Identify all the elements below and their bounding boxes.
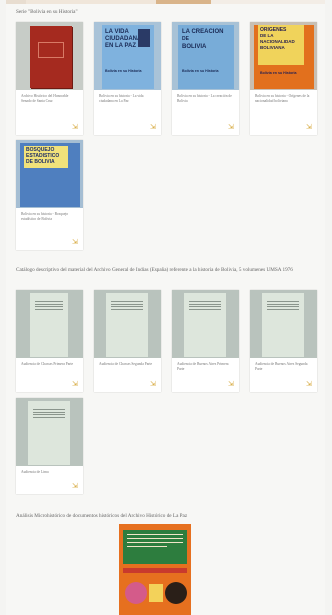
cover-title-line: LA VIDA <box>105 29 129 35</box>
card-archivo-senado[interactable]: Archivo Histórico del Honorable Senado d… <box>16 22 83 135</box>
page-frame: Serie "Bolivia en su Historia" Archivo H… <box>6 0 325 615</box>
book-cover-thumbnail <box>16 22 83 90</box>
card-caption: Audiencia de Charcas Primera Parte <box>21 362 74 366</box>
book-cover-thumbnail: BOSQUEJO ESTADISTICO DE BOLIVIA <box>16 140 83 208</box>
card-buenos-aires-primera[interactable]: Audiencia de Buenos Aires Primera Parte … <box>172 290 239 392</box>
cover-footer: Bolivia en su Historia <box>260 71 297 75</box>
card-charcas-primera[interactable]: Audiencia de Charcas Primera Parte ⇲ <box>16 290 83 392</box>
cover-title-line: CIUDADANA <box>105 36 142 42</box>
card-origenes-nacionalidad[interactable]: ORIGENES DE LA NACIONALIDAD BOLIVIANA Bo… <box>250 22 317 135</box>
expand-arrow-icon[interactable]: ⇲ <box>72 483 78 490</box>
card-caption: Audiencia de Charcas Segunda Parte <box>99 362 153 366</box>
document-thumbnail <box>250 290 317 358</box>
cover-title-line: BOLIVIA <box>182 44 207 50</box>
card-caption: Audiencia de Buenos Aires Primera Parte <box>177 362 229 371</box>
cover-footer: Bolivia en su Historia <box>182 69 219 73</box>
cover-title-line: NACIONALIDAD <box>260 39 295 44</box>
cover-title-line: LA CREACION <box>182 29 224 35</box>
book-cover-thumbnail <box>119 524 191 615</box>
card-buenos-aires-segunda[interactable]: Audiencia de Buenos Aires Segunda Parte … <box>250 290 317 392</box>
card-bosquejo-estadistico[interactable]: BOSQUEJO ESTADISTICO DE BOLIVIA Bolivia … <box>16 140 83 250</box>
document-thumbnail <box>94 290 161 358</box>
section-title-bolivia-historia: Serie "Bolivia en su Historia" <box>16 9 78 15</box>
cover-title-line: DE <box>182 36 189 42</box>
card-caption: Bolivia en su historia - Bosquejo estadí… <box>21 212 69 221</box>
expand-arrow-icon[interactable]: ⇲ <box>150 124 156 131</box>
card-caption: Bolivia en su historia - La creación de … <box>177 94 232 103</box>
expand-arrow-icon[interactable]: ⇲ <box>72 124 78 131</box>
card-lima[interactable]: Audiencia de Lima ⇲ <box>16 398 83 494</box>
cover-title-line: DE LA <box>260 33 274 38</box>
cover-title-line: BOLIVIANA <box>260 45 285 50</box>
card-caption: Audiencia de Lima <box>21 470 49 474</box>
expand-arrow-icon[interactable]: ⇲ <box>228 381 234 388</box>
card-caption: Bolivia en su historia - La vida ciudada… <box>99 94 144 103</box>
cover-title-line: EN LA PAZ <box>105 43 136 49</box>
card-caption: Archivo Histórico del Honorable Senado d… <box>21 94 69 103</box>
expand-arrow-icon[interactable]: ⇲ <box>306 124 312 131</box>
book-cover-thumbnail: LA VIDA CIUDADANA EN LA PAZ Bolivia en s… <box>94 22 161 90</box>
document-thumbnail <box>16 290 83 358</box>
expand-arrow-icon[interactable]: ⇲ <box>72 239 78 246</box>
document-thumbnail <box>172 290 239 358</box>
expand-arrow-icon[interactable]: ⇲ <box>306 381 312 388</box>
card-analisis-microhistorico[interactable] <box>119 524 191 615</box>
card-caption: Bolivia en su historia - Orígenes de la … <box>255 94 310 103</box>
card-creacion-bolivia[interactable]: LA CREACION DE BOLIVIA Bolivia en su His… <box>172 22 239 135</box>
top-accent-bar <box>6 0 325 4</box>
card-vida-ciudadana[interactable]: LA VIDA CIUDADANA EN LA PAZ Bolivia en s… <box>94 22 161 135</box>
section-title-analisis: Análisis Microhistórico de documentos hi… <box>16 513 188 519</box>
expand-arrow-icon[interactable]: ⇲ <box>150 381 156 388</box>
book-cover-thumbnail: LA CREACION DE BOLIVIA Bolivia en su His… <box>172 22 239 90</box>
cover-title-line: DE BOLIVIA <box>26 159 55 165</box>
card-charcas-segunda[interactable]: Audiencia de Charcas Segunda Parte ⇲ <box>94 290 161 392</box>
book-cover-thumbnail: ORIGENES DE LA NACIONALIDAD BOLIVIANA Bo… <box>250 22 317 90</box>
expand-arrow-icon[interactable]: ⇲ <box>228 124 234 131</box>
expand-arrow-icon[interactable]: ⇲ <box>72 381 78 388</box>
document-thumbnail <box>16 398 83 466</box>
section-title-catalogo: Catálogo descriptivo del material del Ar… <box>16 267 293 273</box>
cover-footer: Bolivia en su Historia <box>105 69 142 73</box>
card-caption: Audiencia de Buenos Aires Segunda Parte <box>255 362 308 371</box>
